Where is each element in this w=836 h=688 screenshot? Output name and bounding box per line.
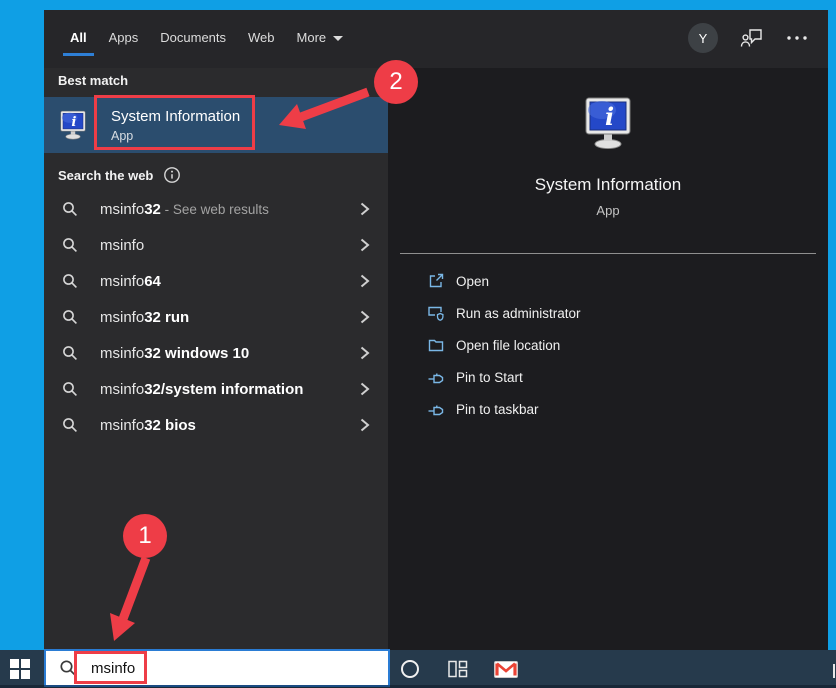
search-icon — [63, 274, 77, 288]
tab-all-label: All — [70, 30, 87, 45]
pin-icon — [427, 400, 445, 418]
tab-more[interactable]: More — [286, 18, 355, 58]
context-action-list: Open Run as administrator Open file loca… — [388, 265, 828, 425]
search-icon — [63, 202, 77, 216]
suggestion-row[interactable]: msinfo64 — [44, 263, 388, 299]
action-run-as-administrator[interactable]: Run as administrator — [388, 297, 828, 329]
chevron-right-icon — [360, 346, 370, 360]
chevron-down-icon — [333, 36, 344, 42]
preview-app-type: App — [596, 203, 620, 218]
action-open[interactable]: Open — [388, 265, 828, 297]
best-match-app-type: App — [111, 128, 134, 143]
chevron-right-icon — [360, 382, 370, 396]
chevron-right-icon — [360, 274, 370, 288]
action-label: Pin to taskbar — [456, 401, 539, 417]
search-the-web-label: Search the web — [58, 166, 181, 184]
search-filter-tabs: All Apps Documents Web More — [59, 18, 354, 58]
tab-apps-label: Apps — [108, 30, 139, 45]
chevron-right-icon — [360, 202, 370, 216]
gmail-icon[interactable] — [494, 661, 518, 678]
suggestion-row[interactable]: msinfo32 bios — [44, 407, 388, 443]
web-suggestion-list: msinfo32 - See web results msinfo msinfo… — [44, 191, 388, 443]
info-icon[interactable] — [163, 166, 181, 184]
svg-text:i: i — [605, 102, 614, 131]
suggestion-row[interactable]: msinfo32 - See web results — [44, 191, 388, 227]
preview-app-name: System Information — [534, 175, 682, 194]
tab-documents[interactable]: Documents — [149, 18, 237, 58]
search-icon — [63, 382, 77, 396]
cortana-icon[interactable] — [401, 660, 419, 678]
search-icon — [63, 418, 77, 432]
search-flyout: All Apps Documents Web More Y driver eas… — [44, 10, 828, 650]
suggestion-row[interactable]: msinfo32/system information — [44, 371, 388, 407]
user-avatar[interactable]: Y — [688, 23, 718, 53]
search-icon — [63, 310, 77, 324]
action-pin-to-start[interactable]: Pin to Start — [388, 361, 828, 393]
taskbar — [0, 649, 836, 688]
tab-apps[interactable]: Apps — [98, 18, 150, 58]
action-label: Pin to Start — [456, 369, 523, 385]
chevron-right-icon — [360, 418, 370, 432]
tab-more-label: More — [296, 30, 327, 45]
feedback-icon[interactable] — [740, 27, 764, 49]
svg-text:i: i — [71, 114, 76, 130]
search-icon — [63, 238, 77, 252]
search-header: All Apps Documents Web More Y — [44, 10, 828, 68]
suggestion-row[interactable]: msinfo32 windows 10 — [44, 335, 388, 371]
open-icon — [427, 272, 445, 290]
action-open-file-location[interactable]: Open file location — [388, 329, 828, 361]
suggestion-row[interactable]: msinfo — [44, 227, 388, 263]
action-pin-to-taskbar[interactable]: Pin to taskbar — [388, 393, 828, 425]
folder-icon — [427, 336, 445, 354]
tab-web-label: Web — [248, 30, 275, 45]
pin-icon — [427, 368, 445, 386]
windows-start-icon[interactable] — [10, 659, 30, 679]
search-icon — [63, 346, 77, 360]
search-results-pane: Best match i System Information App Sear… — [44, 68, 388, 650]
tab-web[interactable]: Web — [237, 18, 286, 58]
system-information-app-icon: i — [585, 97, 631, 149]
suggestion-row[interactable]: msinfo32 run — [44, 299, 388, 335]
system-information-app-icon: i — [60, 110, 86, 140]
search-icon — [60, 660, 76, 676]
tab-documents-label: Documents — [160, 30, 227, 45]
more-options-icon[interactable] — [786, 35, 808, 41]
best-match-result[interactable]: i System Information App — [44, 97, 388, 153]
tab-all[interactable]: All — [59, 18, 98, 58]
tray-item[interactable] — [833, 664, 835, 678]
taskbar-search-input[interactable] — [89, 658, 313, 678]
action-label: Open file location — [456, 337, 561, 353]
action-label: Run as administrator — [456, 305, 581, 321]
best-match-label: Best match — [58, 73, 129, 88]
best-match-app-name: System Information — [111, 107, 241, 125]
admin-shield-icon — [427, 304, 445, 322]
taskbar-search-box[interactable] — [44, 649, 390, 687]
chevron-right-icon — [360, 310, 370, 324]
divider — [400, 253, 816, 254]
preview-pane: i System Information App Open Run as adm… — [388, 68, 828, 650]
action-label: Open — [456, 273, 490, 289]
task-view-icon[interactable] — [447, 660, 469, 678]
chevron-right-icon — [360, 238, 370, 252]
